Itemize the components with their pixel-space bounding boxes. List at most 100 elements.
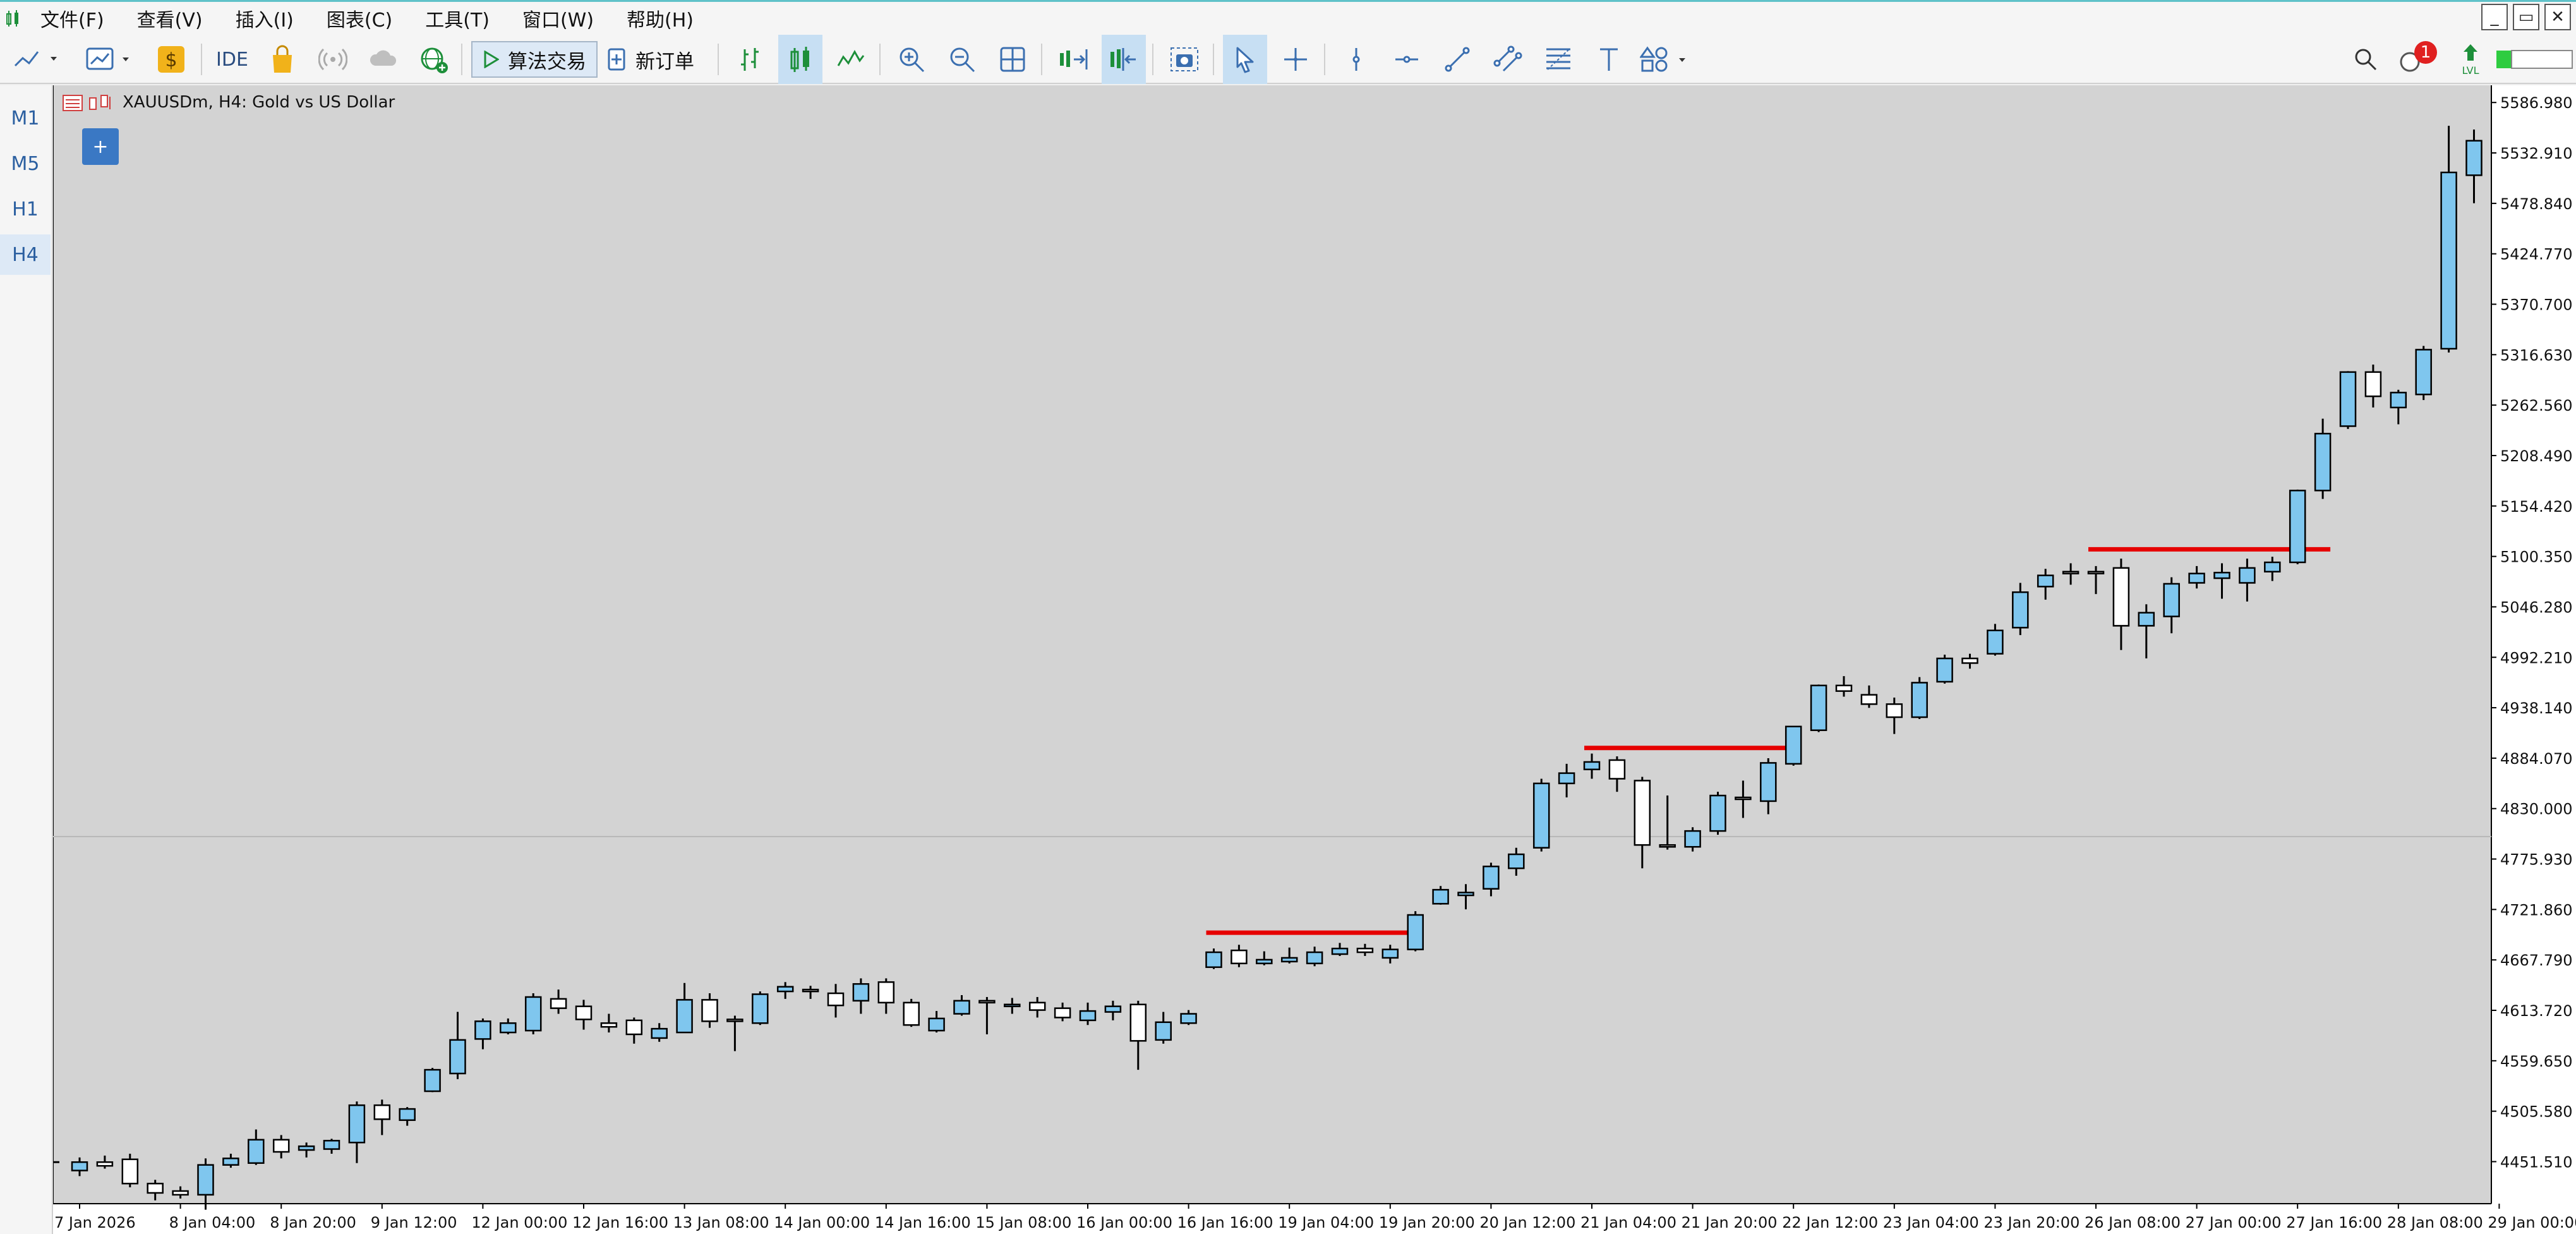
- trendline-button[interactable]: [1435, 35, 1479, 84]
- close-button[interactable]: ✕: [2544, 4, 2571, 30]
- chart-shift-button[interactable]: [1051, 35, 1095, 84]
- bull-candle[interactable]: [2314, 433, 2332, 492]
- price-chart[interactable]: 5586.980 5532.910 5478.840 5424.770 5370.700…: [53, 85, 2576, 1234]
- bull-candle[interactable]: [2465, 140, 2483, 176]
- timeframe-m1[interactable]: M1: [0, 98, 51, 138]
- bull-candle[interactable]: [1407, 914, 1424, 950]
- screenshot-button[interactable]: [1162, 35, 1207, 84]
- horizontal-line-button[interactable]: [1385, 35, 1429, 84]
- menu-charts[interactable]: 图表(C): [327, 4, 392, 32]
- chart-symbol-icon[interactable]: [88, 94, 114, 112]
- bear-candle[interactable]: [575, 1005, 593, 1020]
- bull-candle[interactable]: [1205, 951, 1222, 968]
- bull-candle[interactable]: [1104, 1005, 1122, 1013]
- menu-help[interactable]: 帮助(H): [627, 4, 694, 32]
- bear-candle[interactable]: [121, 1158, 139, 1185]
- bear-candle[interactable]: [1231, 949, 1248, 965]
- zoom-out-button[interactable]: [940, 35, 984, 84]
- bull-candle[interactable]: [928, 1017, 945, 1032]
- bull-candle[interactable]: [1558, 772, 1575, 785]
- bear-candle[interactable]: [2062, 571, 2079, 575]
- vps-button[interactable]: [361, 35, 406, 84]
- bull-candle[interactable]: [1457, 892, 1474, 897]
- bear-candle[interactable]: [2364, 371, 2382, 397]
- bull-candle[interactable]: [2339, 371, 2357, 427]
- minimize-button[interactable]: _: [2481, 4, 2508, 30]
- text-tool-button[interactable]: [1587, 35, 1631, 84]
- bull-candle[interactable]: [248, 1139, 265, 1164]
- bar-chart-button[interactable]: [728, 35, 772, 84]
- bull-candle[interactable]: [197, 1164, 214, 1196]
- level-button[interactable]: LVL: [2448, 35, 2493, 84]
- bear-candle[interactable]: [1860, 694, 1878, 705]
- bull-candle[interactable]: [2440, 171, 2457, 350]
- bear-candle[interactable]: [1129, 1003, 1147, 1042]
- market-button[interactable]: [260, 35, 304, 84]
- bull-candle[interactable]: [1760, 762, 1777, 802]
- bull-candle[interactable]: [2138, 612, 2155, 627]
- bear-candle[interactable]: [903, 1001, 920, 1026]
- restore-button[interactable]: ▭: [2513, 4, 2539, 30]
- new-order-button[interactable]: 新订单: [606, 35, 714, 84]
- bear-candle[interactable]: [701, 999, 718, 1022]
- bull-candle[interactable]: [1432, 888, 1449, 905]
- bear-candle[interactable]: [1028, 1001, 1046, 1011]
- menu-file[interactable]: 文件(F): [40, 4, 104, 32]
- bull-candle[interactable]: [348, 1104, 366, 1144]
- line-chart-button[interactable]: [829, 35, 873, 84]
- chart-window[interactable]: 5586.980 5532.910 5478.840 5424.770 5370.700…: [53, 85, 2576, 1234]
- bull-candle[interactable]: [676, 999, 693, 1034]
- bull-candle[interactable]: [2390, 392, 2407, 409]
- bull-candle[interactable]: [2289, 490, 2306, 564]
- bear-candle[interactable]: [1961, 657, 1978, 664]
- bear-candle[interactable]: [2087, 571, 2105, 575]
- bull-candle[interactable]: [2163, 583, 2180, 617]
- auto-scroll-button[interactable]: [1102, 35, 1146, 84]
- bear-candle[interactable]: [802, 988, 819, 993]
- bull-candle[interactable]: [71, 1161, 88, 1171]
- bull-candle[interactable]: [1079, 1010, 1097, 1022]
- bear-candle[interactable]: [1054, 1007, 1071, 1019]
- bull-candle[interactable]: [1936, 657, 1953, 683]
- bear-candle[interactable]: [625, 1019, 643, 1036]
- bear-candle[interactable]: [1735, 796, 1752, 801]
- bear-candle[interactable]: [1356, 947, 1374, 953]
- bull-candle[interactable]: [1180, 1013, 1197, 1024]
- vertical-line-button[interactable]: [1334, 35, 1378, 84]
- bear-candle[interactable]: [1659, 844, 1676, 848]
- bull-candle[interactable]: [2239, 567, 2256, 584]
- ide-button[interactable]: IDE: [216, 35, 248, 84]
- bull-candle[interactable]: [1381, 948, 1399, 959]
- chart-plot-area[interactable]: [53, 85, 2491, 1204]
- bull-candle[interactable]: [651, 1027, 668, 1039]
- bull-candle[interactable]: [500, 1022, 517, 1034]
- bull-candle[interactable]: [474, 1020, 491, 1040]
- bear-candle[interactable]: [827, 992, 845, 1007]
- bull-candle[interactable]: [852, 983, 870, 1002]
- bear-candle[interactable]: [2112, 567, 2130, 627]
- bull-candle[interactable]: [1256, 959, 1273, 965]
- bull-candle[interactable]: [1155, 1021, 1172, 1041]
- quick-trade-plus-button[interactable]: +: [82, 128, 119, 165]
- timeframe-h4[interactable]: H4: [0, 234, 51, 275]
- bull-candle[interactable]: [2213, 571, 2230, 579]
- menu-tools[interactable]: 工具(T): [425, 4, 490, 32]
- bear-candle[interactable]: [272, 1139, 290, 1153]
- bull-candle[interactable]: [1532, 782, 1550, 849]
- timeframe-m5[interactable]: M5: [0, 143, 51, 184]
- algo-trading-button[interactable]: 算法交易: [471, 41, 598, 78]
- tile-windows-button[interactable]: [990, 35, 1035, 84]
- signals-button[interactable]: [311, 35, 355, 84]
- bear-candle[interactable]: [172, 1190, 189, 1196]
- chart-type-dropdown[interactable]: [9, 35, 67, 84]
- zoom-in-button[interactable]: [889, 35, 934, 84]
- bull-candle[interactable]: [1709, 794, 1726, 832]
- bull-candle[interactable]: [298, 1145, 315, 1151]
- cursor-tool-button[interactable]: [1223, 35, 1267, 84]
- bear-candle[interactable]: [726, 1019, 743, 1022]
- bear-candle[interactable]: [1835, 684, 1853, 692]
- search-button[interactable]: [2344, 35, 2388, 84]
- menu-window[interactable]: 窗口(W): [522, 4, 594, 32]
- bull-candle[interactable]: [1280, 957, 1298, 963]
- bull-candle[interactable]: [1004, 1003, 1021, 1007]
